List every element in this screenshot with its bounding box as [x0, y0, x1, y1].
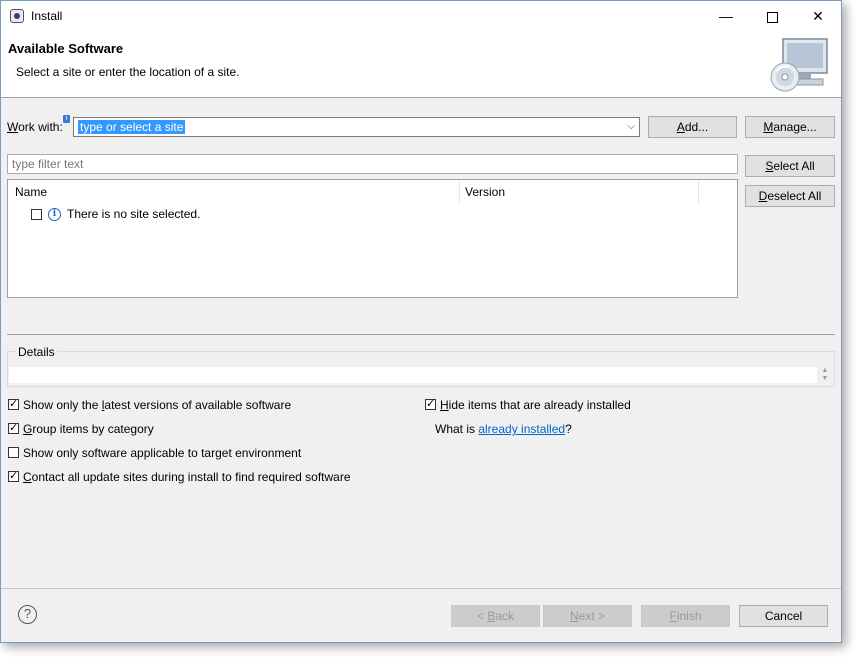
page-title: Available Software — [8, 41, 124, 56]
group-by-category-label[interactable]: Group items by category — [23, 422, 154, 436]
column-divider[interactable] — [698, 180, 699, 204]
work-with-combo[interactable]: type or select a site ⌵ — [73, 117, 640, 137]
column-header-version[interactable]: Version — [465, 185, 505, 199]
contact-update-sites-label[interactable]: Contact all update sites during install … — [23, 470, 351, 484]
finish-button[interactable]: Finish — [641, 605, 730, 627]
already-installed-link[interactable]: already installed — [478, 422, 565, 436]
details-scrollbar[interactable]: ▲ ▼ — [819, 367, 831, 383]
install-software-banner-icon — [770, 38, 828, 92]
content-assist-info-icon: i — [63, 115, 70, 123]
title-bar: Install — ✕ — [1, 1, 841, 31]
deselect-all-button[interactable]: Deselect All — [745, 185, 835, 207]
close-button[interactable]: ✕ — [795, 1, 841, 31]
close-icon: ✕ — [812, 8, 824, 24]
filter-placeholder: type filter text — [12, 157, 84, 171]
cancel-button[interactable]: Cancel — [739, 605, 828, 627]
window-title: Install — [31, 9, 63, 23]
chevron-down-icon[interactable]: ⌵ — [627, 121, 635, 132]
wizard-header: Available Software Select a site or ente… — [1, 31, 841, 98]
info-icon: i — [48, 208, 61, 221]
separator — [7, 334, 835, 335]
hide-installed-label[interactable]: Hide items that are already installed — [440, 398, 631, 412]
minimize-button[interactable]: — — [703, 1, 749, 31]
back-button[interactable]: < Back — [451, 605, 540, 627]
target-environment-checkbox[interactable] — [8, 447, 19, 458]
minimize-icon: — — [719, 8, 733, 24]
target-environment-label[interactable]: Show only software applicable to target … — [23, 446, 301, 460]
column-divider[interactable] — [459, 180, 460, 204]
footer-separator — [1, 588, 841, 589]
page-description: Select a site or enter the location of a… — [16, 65, 240, 79]
row-checkbox[interactable] — [31, 209, 42, 220]
work-with-combo-value[interactable]: type or select a site — [78, 120, 186, 134]
latest-versions-checkbox[interactable] — [8, 397, 19, 411]
column-header-name[interactable]: Name — [15, 185, 47, 199]
help-icon[interactable]: ? — [18, 605, 37, 624]
next-button[interactable]: Next > — [543, 605, 632, 627]
install-dialog: Install — ✕ Available Software Select a … — [0, 0, 842, 643]
work-with-label: Work with: — [7, 120, 63, 134]
already-installed-text: What is already installed? — [435, 422, 572, 436]
maximize-icon — [766, 11, 778, 23]
row-name: There is no site selected. — [67, 207, 201, 221]
filter-input[interactable]: type filter text — [7, 154, 738, 174]
details-text[interactable] — [9, 367, 817, 383]
group-by-category-checkbox[interactable] — [8, 421, 19, 435]
manage-sites-button[interactable]: Manage... — [745, 116, 835, 138]
eclipse-app-icon — [10, 9, 24, 23]
select-all-button[interactable]: Select All — [745, 155, 835, 177]
software-table[interactable]: Name Version i There is no site selected… — [7, 179, 738, 298]
maximize-button[interactable] — [749, 1, 795, 31]
details-label: Details — [16, 345, 57, 359]
contact-update-sites-checkbox[interactable] — [8, 469, 19, 483]
latest-versions-label[interactable]: Show only the latest versions of availab… — [23, 398, 291, 412]
add-site-button[interactable]: Add... — [648, 116, 737, 138]
hide-installed-checkbox[interactable] — [425, 397, 436, 411]
